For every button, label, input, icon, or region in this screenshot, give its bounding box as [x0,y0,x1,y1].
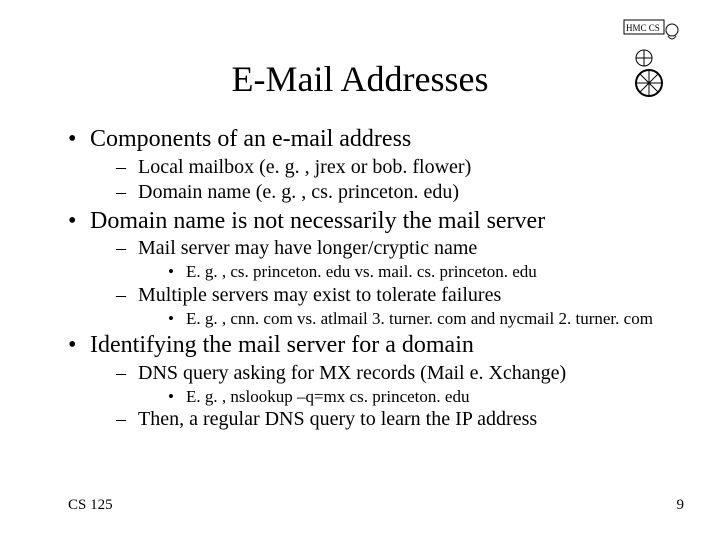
footer-course: CS 125 [68,497,113,514]
svg-text:HMC CS: HMC CS [626,23,660,33]
bullet-text: Mail server may have longer/cryptic name [138,237,477,259]
bullet-text: Domain name (e. g. , cs. princeton. edu) [138,181,459,203]
bullet-l2: Then, a regular DNS query to learn the I… [116,408,680,431]
bullet-l2: Local mailbox (e. g. , jrex or bob. flow… [116,156,680,179]
bullet-text: Identifying the mail server for a domain [90,332,474,358]
bullet-l2: Multiple servers may exist to tolerate f… [116,284,680,329]
bullet-text: Then, a regular DNS query to learn the I… [138,408,537,430]
bullet-l3: E. g. , cnn. com vs. atlmail 3. turner. … [168,309,680,329]
bullet-l1: Identifying the mail server for a domain… [68,332,680,431]
bullet-l2: Mail server may have longer/cryptic name… [116,237,680,282]
footer-page-number: 9 [677,497,685,514]
slide: HMC CS E-Mail Addresses Components of an… [0,0,720,540]
bullet-text: Components of an e-mail address [90,126,411,152]
bullet-l2: DNS query asking for MX records (Mail e.… [116,362,680,407]
bullet-l1: Domain name is not necessarily the mail … [68,208,680,329]
bullet-text: Local mailbox (e. g. , jrex or bob. flow… [138,156,471,178]
slide-title: E-Mail Addresses [0,58,720,100]
bullet-text: E. g. , cnn. com vs. atlmail 3. turner. … [186,309,653,328]
bullet-text: E. g. , cs. princeton. edu vs. mail. cs.… [186,262,537,281]
slide-content: Components of an e-mail address Local ma… [68,126,680,435]
bullet-text: Domain name is not necessarily the mail … [90,208,545,234]
bullet-l3: E. g. , nslookup –q=mx cs. princeton. ed… [168,387,680,407]
bullet-text: DNS query asking for MX records (Mail e.… [138,362,566,384]
bullet-l2: Domain name (e. g. , cs. princeton. edu) [116,181,680,204]
bullet-l1: Components of an e-mail address Local ma… [68,126,680,204]
bullet-l3: E. g. , cs. princeton. edu vs. mail. cs.… [168,262,680,282]
bullet-text: Multiple servers may exist to tolerate f… [138,284,501,306]
bullet-text: E. g. , nslookup –q=mx cs. princeton. ed… [186,387,469,406]
